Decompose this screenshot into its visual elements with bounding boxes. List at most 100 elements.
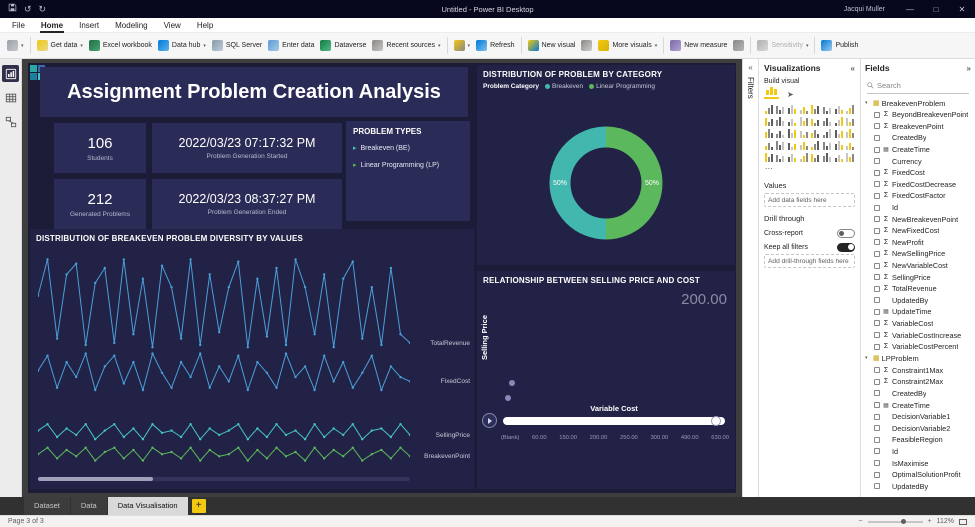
text-box-button[interactable] xyxy=(578,37,595,54)
slider-handle[interactable] xyxy=(711,416,721,426)
dataverse-button[interactable]: Dataverse xyxy=(317,37,369,54)
generation-started-card[interactable]: 2022/03/23 07:17:32 PM Problem Generatio… xyxy=(152,123,342,173)
scatter-chart-icon[interactable] xyxy=(834,115,844,126)
report-view-button[interactable] xyxy=(2,65,19,82)
menu-home[interactable]: Home xyxy=(33,18,71,33)
field-CreatedBy[interactable]: CreatedBy xyxy=(865,132,971,144)
chevron-down-icon[interactable]: ▾ xyxy=(865,100,871,106)
paste-button[interactable]: ▾ xyxy=(4,37,27,54)
generation-ended-card[interactable]: 2022/03/23 08:37:27 PM Problem Generatio… xyxy=(152,179,342,229)
new-measure-button[interactable]: New measure xyxy=(667,37,730,54)
gauge-icon[interactable] xyxy=(834,127,844,138)
user-name[interactable]: Jacqui Muller xyxy=(844,6,885,13)
area-chart-icon[interactable] xyxy=(845,103,855,114)
field-NewSellingPrice[interactable]: Σ NewSellingPrice xyxy=(865,248,971,260)
card-icon[interactable] xyxy=(845,127,855,138)
field-checkbox[interactable] xyxy=(874,111,880,118)
field-NewBreakevenPoint[interactable]: Σ NewBreakevenPoint xyxy=(865,213,971,225)
donut-chart-visual[interactable]: DISTRIBUTION OF PROBLEM BY CATEGORY Prob… xyxy=(477,65,735,265)
more-options-icon[interactable]: ⋯ xyxy=(764,163,774,174)
menu-view[interactable]: View xyxy=(156,18,189,33)
clustered-column-chart-icon[interactable] xyxy=(799,103,809,114)
field-NewProfit[interactable]: Σ NewProfit xyxy=(865,237,971,249)
field-checkbox[interactable] xyxy=(874,285,880,292)
problem-types-visual[interactable]: PROBLEM TYPES ▸ Breakeven (BE) ▸ Linear Pro… xyxy=(346,121,470,221)
sensitivity-button[interactable]: Sensitivity ▾ xyxy=(754,37,811,54)
menu-file[interactable]: File xyxy=(4,18,33,33)
field-Id[interactable]: Id xyxy=(865,446,971,458)
save-icon[interactable] xyxy=(8,0,17,18)
field-checkbox[interactable] xyxy=(874,297,880,304)
chevron-down-icon[interactable]: ▾ xyxy=(865,355,871,361)
refresh-button[interactable]: Refresh xyxy=(473,37,518,54)
tab-dataset[interactable]: Dataset xyxy=(24,497,70,515)
donut-chart-icon[interactable] xyxy=(764,127,774,138)
field-Constraint2Max[interactable]: Σ Constraint2Max xyxy=(865,376,971,388)
field-NewVariableCost[interactable]: Σ NewVariableCost xyxy=(865,260,971,272)
scrollbar-thumb[interactable] xyxy=(38,477,154,481)
table-BreakevenProblem[interactable]: ▾ ▦ BreakevenProblem xyxy=(865,97,971,109)
field-BeyondBreakevenPoint[interactable]: Σ BeyondBreakevenPoint xyxy=(865,109,971,121)
build-visual-tab[interactable] xyxy=(764,87,779,99)
field-FeasibleRegion[interactable]: FeasibleRegion xyxy=(865,434,971,446)
line-and-stacked-column-chart-icon[interactable] xyxy=(776,115,786,126)
field-Currency[interactable]: Currency xyxy=(865,155,971,167)
line-chart-visual[interactable]: DISTRIBUTION OF BREAKEVEN PROBLEM DIVERS… xyxy=(30,229,474,489)
report-page[interactable]: Assignment Problem Creation Analysis 106… xyxy=(28,63,736,493)
undo-icon[interactable]: ↺ xyxy=(24,0,32,18)
menu-insert[interactable]: Insert xyxy=(71,18,107,33)
enter-data-button[interactable]: Enter data xyxy=(265,37,317,54)
field-NewFixedCost[interactable]: Σ NewFixedCost xyxy=(865,225,971,237)
metrics-icon[interactable] xyxy=(845,151,855,162)
tab-data[interactable]: Data xyxy=(70,497,107,515)
play-axis-button[interactable] xyxy=(482,413,497,428)
field-checkbox[interactable] xyxy=(874,123,880,130)
field-checkbox[interactable] xyxy=(874,216,880,223)
field-checkbox[interactable] xyxy=(874,436,880,443)
new-visual-button[interactable]: New visual xyxy=(525,37,579,54)
cross-report-toggle[interactable] xyxy=(837,228,855,238)
stacked-column-chart-icon[interactable] xyxy=(776,103,786,114)
field-checkbox[interactable] xyxy=(874,181,880,188)
field-CreatedBy[interactable]: CreatedBy xyxy=(865,388,971,400)
drill-through-field-well[interactable]: Add drill-through fields here xyxy=(764,254,855,268)
field-checkbox[interactable] xyxy=(874,413,880,420)
zoom-out-icon[interactable]: − xyxy=(858,518,862,525)
field-checkbox[interactable] xyxy=(874,332,880,339)
stacked-bar-chart-icon[interactable] xyxy=(764,103,774,114)
line-and-clustered-column-chart-icon[interactable] xyxy=(787,115,797,126)
azure-map-icon[interactable] xyxy=(822,127,832,138)
publish-button[interactable]: Publish xyxy=(818,37,861,54)
field-checkbox[interactable] xyxy=(874,367,880,374)
data-view-button[interactable] xyxy=(2,89,19,106)
field-TotalRevenue[interactable]: Σ TotalRevenue xyxy=(865,283,971,295)
line-chart-icon[interactable] xyxy=(834,103,844,114)
zoom-slider-thumb[interactable] xyxy=(900,518,906,524)
field-checkbox[interactable] xyxy=(874,169,880,176)
python-visual-icon[interactable] xyxy=(834,139,844,150)
field-checkbox[interactable] xyxy=(874,402,880,409)
map-icon[interactable] xyxy=(787,127,797,138)
key-influencers-icon[interactable] xyxy=(845,139,855,150)
field-checkbox[interactable] xyxy=(874,274,880,281)
transform-data-button[interactable]: ▾ xyxy=(451,37,474,54)
field-BreakevenPoint[interactable]: Σ BreakevenPoint xyxy=(865,121,971,133)
sql-server-button[interactable]: SQL Server xyxy=(209,37,265,54)
field-DecisionVariable1[interactable]: DecisionVariable1 xyxy=(865,411,971,423)
maximize-button[interactable]: □ xyxy=(923,0,949,18)
paginated-report-icon[interactable] xyxy=(799,151,809,162)
get-data-button[interactable]: Get data ▾ xyxy=(34,37,86,54)
field-OptimalSolutionProfit[interactable]: OptimalSolutionProfit xyxy=(865,469,971,481)
field-UpdatedBy[interactable]: UpdatedBy xyxy=(865,295,971,307)
field-checkbox[interactable] xyxy=(874,378,880,385)
field-FixedCost[interactable]: Σ FixedCost xyxy=(865,167,971,179)
field-FixedCostFactor[interactable]: Σ FixedCostFactor xyxy=(865,190,971,202)
students-card[interactable]: 106 Students xyxy=(54,123,146,173)
field-checkbox[interactable] xyxy=(874,343,880,350)
redo-icon[interactable]: ↻ xyxy=(39,0,47,18)
matrix-icon[interactable] xyxy=(811,139,821,150)
funnel-chart-icon[interactable] xyxy=(822,115,832,126)
keep-filters-toggle[interactable] xyxy=(837,242,855,252)
field-SellingPrice[interactable]: Σ SellingPrice xyxy=(865,271,971,283)
field-checkbox[interactable] xyxy=(874,250,880,257)
